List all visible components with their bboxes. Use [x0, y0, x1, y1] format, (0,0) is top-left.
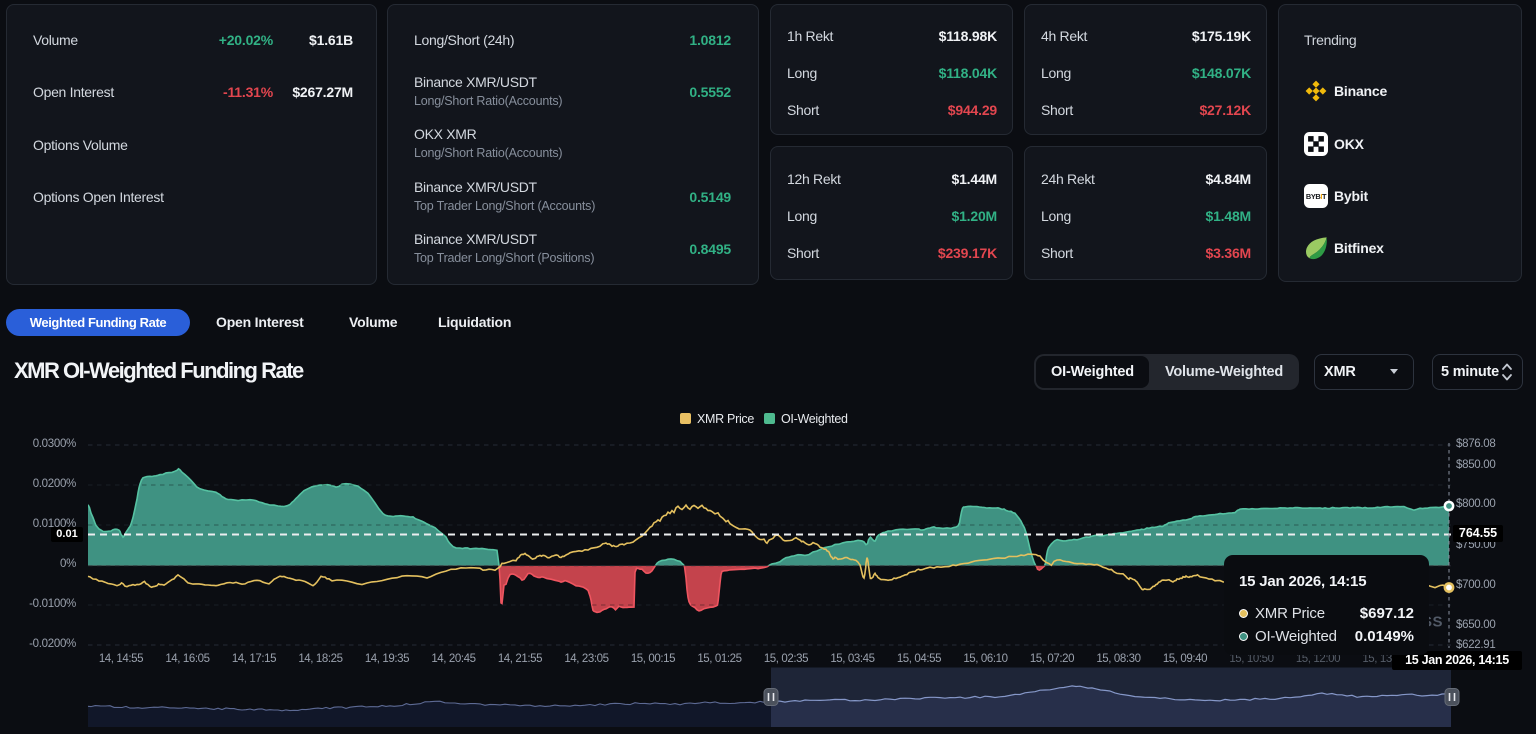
svg-text:BYBIT: BYBIT [1306, 192, 1327, 201]
